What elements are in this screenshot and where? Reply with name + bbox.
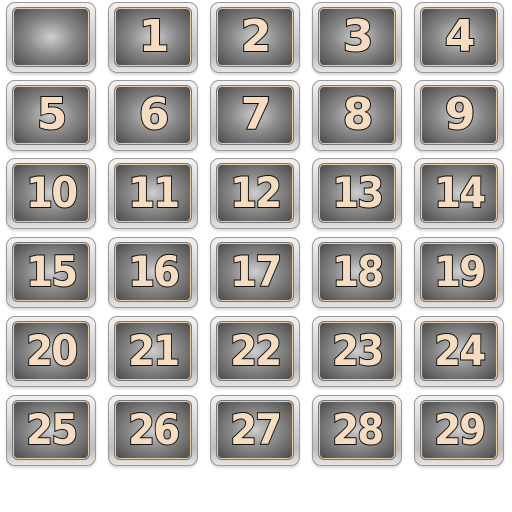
tile-number: 26 bbox=[127, 405, 181, 454]
number-tile[interactable]: 24 bbox=[414, 316, 504, 387]
tile-number: 3 bbox=[342, 11, 375, 62]
tile-number: 25 bbox=[25, 405, 79, 454]
number-tile[interactable]: 10 bbox=[6, 158, 96, 229]
tile-number: 1 bbox=[138, 11, 171, 62]
tile-number: 14 bbox=[433, 168, 487, 217]
number-tile[interactable]: 9 bbox=[414, 80, 504, 151]
number-tile[interactable] bbox=[6, 2, 96, 73]
tile-panel: 14 bbox=[422, 165, 496, 221]
tile-number: 28 bbox=[331, 405, 385, 454]
tile-number: 16 bbox=[127, 247, 181, 296]
tile-number: 9 bbox=[444, 89, 477, 140]
number-tile[interactable]: 7 bbox=[210, 80, 300, 151]
tile-panel: 11 bbox=[116, 165, 190, 221]
tile-number: 29 bbox=[433, 405, 487, 454]
tile-number: 17 bbox=[229, 247, 283, 296]
number-tile[interactable]: 4 bbox=[414, 2, 504, 73]
tile-panel: 22 bbox=[218, 323, 292, 379]
number-tile[interactable]: 29 bbox=[414, 395, 504, 466]
tile-number: 8 bbox=[342, 89, 375, 140]
tile-panel: 29 bbox=[422, 402, 496, 458]
tile-panel: 27 bbox=[218, 402, 292, 458]
tile-number: 13 bbox=[331, 168, 385, 217]
number-tile[interactable]: 5 bbox=[6, 80, 96, 151]
tile-panel: 19 bbox=[422, 244, 496, 300]
tile-number: 11 bbox=[127, 168, 181, 217]
tile-number: 27 bbox=[229, 405, 283, 454]
number-tile[interactable]: 28 bbox=[312, 395, 402, 466]
number-tile[interactable]: 14 bbox=[414, 158, 504, 229]
tile-panel: 12 bbox=[218, 165, 292, 221]
number-tile[interactable]: 18 bbox=[312, 237, 402, 308]
tile-number: 20 bbox=[25, 326, 79, 375]
tile-panel: 8 bbox=[320, 87, 394, 143]
tile-panel: 25 bbox=[14, 402, 88, 458]
tile-number: 15 bbox=[25, 247, 79, 296]
number-tile[interactable]: 3 bbox=[312, 2, 402, 73]
number-tile[interactable]: 26 bbox=[108, 395, 198, 466]
tile-panel: 10 bbox=[14, 165, 88, 221]
tile-number: 4 bbox=[444, 11, 477, 62]
tile-panel: 3 bbox=[320, 9, 394, 65]
tile-panel: 17 bbox=[218, 244, 292, 300]
tile-panel: 7 bbox=[218, 87, 292, 143]
tile-panel: 18 bbox=[320, 244, 394, 300]
tile-panel: 4 bbox=[422, 9, 496, 65]
number-tile[interactable]: 27 bbox=[210, 395, 300, 466]
number-tile[interactable]: 12 bbox=[210, 158, 300, 229]
number-tile[interactable]: 20 bbox=[6, 316, 96, 387]
tile-number: 21 bbox=[127, 326, 181, 375]
number-tile[interactable]: 1 bbox=[108, 2, 198, 73]
tile-number: 23 bbox=[331, 326, 385, 375]
tile-panel: 16 bbox=[116, 244, 190, 300]
tile-number: 19 bbox=[433, 247, 487, 296]
tile-number: 22 bbox=[229, 326, 283, 375]
tile-panel bbox=[14, 9, 88, 65]
tile-panel: 21 bbox=[116, 323, 190, 379]
number-tile[interactable]: 16 bbox=[108, 237, 198, 308]
number-tile[interactable]: 23 bbox=[312, 316, 402, 387]
tile-panel: 9 bbox=[422, 87, 496, 143]
tile-number: 2 bbox=[240, 11, 273, 62]
tile-number: 6 bbox=[138, 89, 171, 140]
tile-panel: 26 bbox=[116, 402, 190, 458]
number-tile[interactable]: 22 bbox=[210, 316, 300, 387]
tile-panel: 5 bbox=[14, 87, 88, 143]
tile-panel: 20 bbox=[14, 323, 88, 379]
tile-number: 12 bbox=[229, 168, 283, 217]
tile-panel: 28 bbox=[320, 402, 394, 458]
number-tile[interactable]: 15 bbox=[6, 237, 96, 308]
number-tile[interactable]: 19 bbox=[414, 237, 504, 308]
tile-panel: 1 bbox=[116, 9, 190, 65]
number-tile[interactable]: 11 bbox=[108, 158, 198, 229]
number-tile[interactable]: 13 bbox=[312, 158, 402, 229]
number-tile[interactable]: 8 bbox=[312, 80, 402, 151]
tile-number: 18 bbox=[331, 247, 385, 296]
number-tile[interactable]: 6 bbox=[108, 80, 198, 151]
tile-number: 24 bbox=[433, 326, 487, 375]
number-tile[interactable]: 21 bbox=[108, 316, 198, 387]
tile-number: 5 bbox=[36, 89, 69, 140]
tile-panel: 24 bbox=[422, 323, 496, 379]
tile-number: 10 bbox=[25, 168, 79, 217]
tile-panel: 6 bbox=[116, 87, 190, 143]
tile-panel: 23 bbox=[320, 323, 394, 379]
number-tile[interactable]: 2 bbox=[210, 2, 300, 73]
number-tile[interactable]: 17 bbox=[210, 237, 300, 308]
tile-panel: 15 bbox=[14, 244, 88, 300]
tile-number: 7 bbox=[240, 89, 273, 140]
tile-panel: 2 bbox=[218, 9, 292, 65]
number-tile[interactable]: 25 bbox=[6, 395, 96, 466]
tile-panel: 13 bbox=[320, 165, 394, 221]
